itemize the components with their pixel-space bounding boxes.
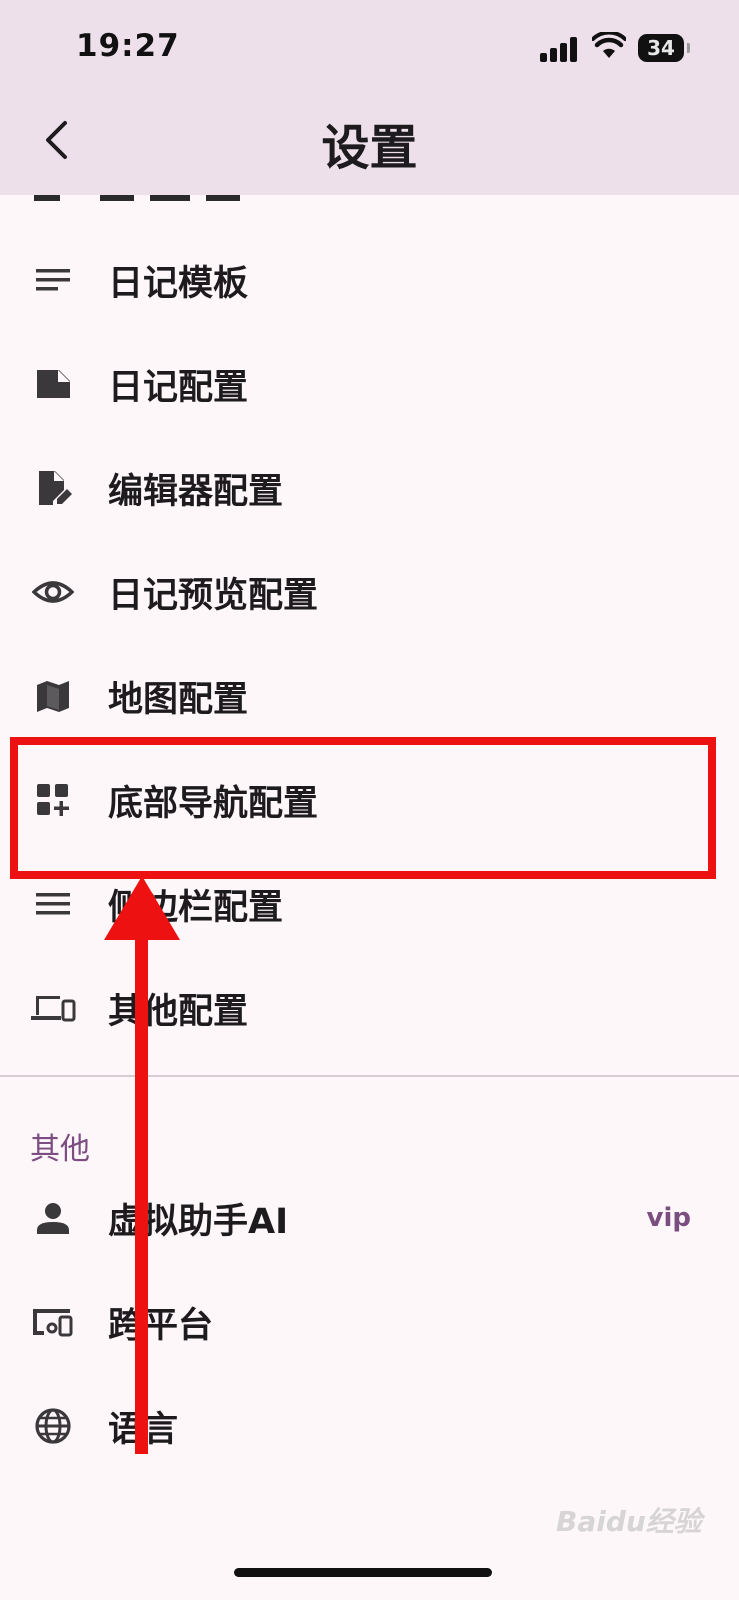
globe-icon: [30, 1403, 76, 1449]
page-title: 设置: [321, 120, 418, 176]
partial-list-item: [0, 195, 739, 205]
arrow-up-annotation: [104, 876, 180, 1454]
highlight-annotation-box: [10, 737, 716, 879]
setting-editor-config[interactable]: 编辑器配置: [0, 436, 739, 540]
setting-label: 地图配置: [108, 679, 249, 720]
setting-diary-config[interactable]: 日记配置: [0, 332, 739, 436]
devices-other-icon: [30, 1299, 76, 1345]
section-header-other: 其他: [30, 1132, 90, 1167]
home-indicator[interactable]: [234, 1568, 492, 1577]
status-time: 19:27: [76, 28, 180, 64]
devices-icon: [30, 985, 76, 1031]
status-bar: 19:27 34: [0, 0, 739, 100]
cellular-signal-icon: [540, 36, 580, 62]
setting-label: 编辑器配置: [108, 471, 284, 512]
eye-icon: [30, 569, 76, 615]
map-icon: [30, 673, 76, 719]
vip-badge: vip: [646, 1203, 691, 1233]
top-app-bar: 19:27 34 设置: [0, 0, 739, 195]
setting-label: 日记配置: [108, 367, 249, 408]
setting-label: 日记预览配置: [108, 575, 319, 616]
notes-icon: [30, 257, 76, 303]
setting-diary-preview-config[interactable]: 日记预览配置: [0, 540, 739, 644]
wifi-icon: [592, 32, 626, 58]
setting-label: 日记模板: [108, 263, 249, 304]
watermark: Baidu经验: [556, 1505, 702, 1538]
person-icon: [30, 1195, 76, 1241]
setting-map-config[interactable]: 地图配置: [0, 644, 739, 748]
note-icon: [30, 361, 76, 407]
menu-icon: [30, 881, 76, 927]
setting-diary-template[interactable]: 日记模板: [0, 228, 739, 332]
edit-document-icon: [30, 465, 76, 511]
battery-icon: 34: [638, 34, 690, 62]
